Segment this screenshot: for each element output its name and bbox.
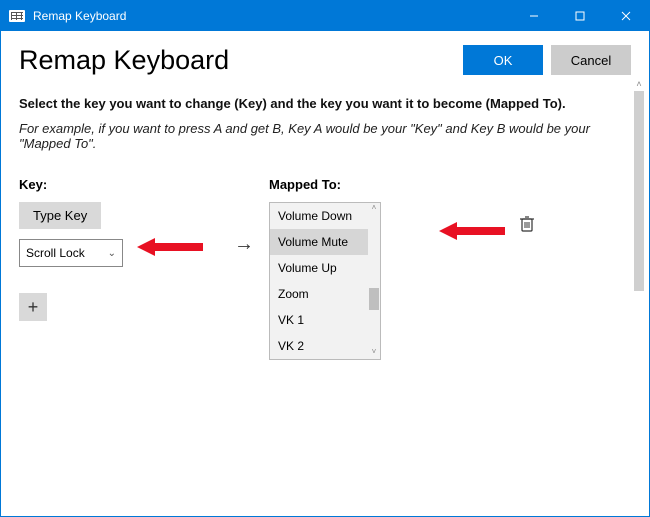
trash-icon [519, 215, 535, 233]
chevron-down-icon: ⌄ [108, 248, 116, 259]
titlebar: Remap Keyboard [1, 1, 649, 31]
listbox-scrollbar[interactable]: ˄ ˅ [368, 203, 380, 359]
minimize-button[interactable] [511, 1, 557, 31]
mapped-column: Mapped To: Volume DownVolume MuteVolume … [269, 177, 631, 360]
page-scroll-thumb[interactable] [634, 91, 644, 291]
mapped-listbox[interactable]: Volume DownVolume MuteVolume UpZoomVK 1V… [269, 202, 381, 360]
instructions-example: For example, if you want to press A and … [19, 121, 631, 151]
listbox-item[interactable]: Volume Up [270, 255, 380, 281]
app-icon [9, 10, 25, 22]
listbox-item[interactable]: VK 1 [270, 307, 380, 333]
page-title: Remap Keyboard [19, 45, 455, 76]
add-mapping-button[interactable]: + [19, 293, 47, 321]
arrow-column: → [219, 177, 269, 360]
mapping-columns: Key: Type Key Scroll Lock ⌄ + → Mapped T… [19, 177, 631, 360]
arrow-right-icon: → [234, 233, 254, 360]
delete-mapping-button[interactable] [519, 215, 535, 233]
key-label: Key: [19, 177, 219, 192]
scroll-track[interactable] [368, 215, 380, 347]
listbox-item[interactable]: Volume Mute [270, 229, 380, 255]
close-button[interactable] [603, 1, 649, 31]
key-dropdown-value: Scroll Lock [26, 246, 85, 260]
scroll-up-icon[interactable]: ˄ [368, 203, 380, 215]
listbox-item[interactable]: Zoom [270, 281, 380, 307]
instructions-main: Select the key you want to change (Key) … [19, 96, 631, 111]
window: Remap Keyboard Remap Keyboard OK Cancel … [0, 0, 650, 517]
scroll-thumb[interactable] [369, 288, 379, 310]
scroll-down-icon[interactable]: ˅ [368, 347, 380, 359]
page-scroll-up-icon[interactable]: ˄ [632, 79, 646, 89]
mapped-label: Mapped To: [269, 177, 631, 192]
ok-button[interactable]: OK [463, 45, 543, 75]
page-scrollbar[interactable]: ˄ [632, 79, 646, 498]
key-column: Key: Type Key Scroll Lock ⌄ + [19, 177, 219, 360]
listbox-item[interactable]: VK 2 [270, 333, 380, 359]
type-key-button[interactable]: Type Key [19, 202, 101, 229]
cancel-button[interactable]: Cancel [551, 45, 631, 75]
header-row: Remap Keyboard OK Cancel [19, 45, 631, 76]
key-dropdown[interactable]: Scroll Lock ⌄ [19, 239, 123, 267]
listbox-item[interactable]: Volume Down [270, 203, 380, 229]
maximize-button[interactable] [557, 1, 603, 31]
instructions: Select the key you want to change (Key) … [19, 96, 631, 151]
client-area: Remap Keyboard OK Cancel Select the key … [1, 31, 649, 516]
window-title: Remap Keyboard [33, 9, 511, 23]
